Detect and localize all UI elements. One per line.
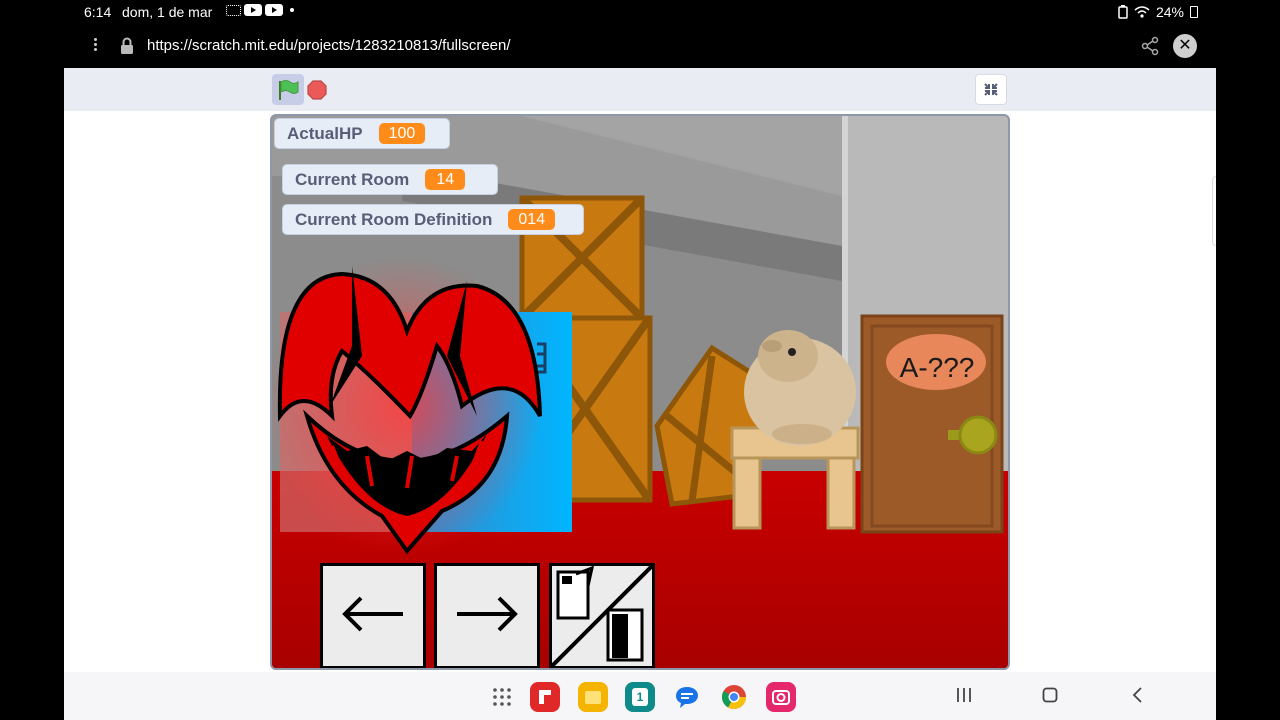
arrow-left-icon — [342, 596, 403, 632]
camera-icon[interactable] — [766, 682, 796, 712]
arrow-right-icon — [457, 596, 518, 632]
calendar-day: 1 — [632, 688, 648, 706]
wifi-icon — [1134, 6, 1150, 18]
monitor-label: Current Room — [295, 169, 410, 189]
browser-url-bar: https://scratch.mit.edu/projects/1283210… — [0, 24, 1280, 68]
side-panel-handle[interactable] — [1212, 176, 1216, 246]
monitor-value: 014 — [508, 209, 556, 230]
monitor-label: ActualHP — [287, 123, 363, 143]
scratch-player-page: ActualHP 100 Current Room 14 Current Roo… — [64, 68, 1216, 672]
monitor-value: 14 — [425, 169, 466, 190]
more-notifications-icon — [290, 8, 294, 12]
monster-sprite — [272, 256, 542, 556]
battery-percent: 24% — [1155, 4, 1184, 20]
lock-icon[interactable] — [119, 37, 135, 55]
battery-icon — [1190, 6, 1198, 18]
green-flag-icon — [279, 80, 299, 100]
monitor-current-room: Current Room 14 — [282, 164, 498, 195]
status-bar: 6:14 dom, 1 de mar 24% — [0, 0, 1280, 24]
game-stage[interactable]: ActualHP 100 Current Room 14 Current Roo… — [270, 114, 1010, 670]
url-text[interactable]: https://scratch.mit.edu/projects/1283210… — [147, 37, 511, 54]
monitor-room-definition: Current Room Definition 014 — [282, 204, 584, 235]
notification-icons — [226, 4, 294, 16]
status-date: dom, 1 de mar — [122, 4, 213, 20]
door-icon — [550, 564, 654, 668]
youtube-icon — [244, 4, 262, 16]
android-navigation-bar: 1 — [64, 672, 1216, 720]
door-label: A-??? — [899, 352, 975, 383]
close-icon[interactable]: ✕ — [1173, 34, 1197, 58]
exit-fullscreen-button[interactable] — [975, 74, 1007, 105]
green-flag-button[interactable] — [272, 74, 304, 105]
enter-door-button[interactable] — [549, 563, 655, 668]
move-left-button[interactable] — [320, 563, 426, 668]
menu-icon[interactable] — [90, 36, 100, 56]
monitor-actual-hp: ActualHP 100 — [274, 118, 450, 149]
status-time: 6:14 — [84, 4, 112, 20]
monitor-label: Current Room Definition — [295, 209, 493, 229]
status-right: 24% — [1118, 4, 1198, 20]
share-icon[interactable] — [1140, 36, 1160, 56]
player-toolbar — [64, 68, 1216, 111]
home-icon[interactable] — [1042, 686, 1058, 704]
messages-icon[interactable] — [672, 682, 702, 712]
chrome-icon[interactable] — [719, 682, 749, 712]
calendar-icon[interactable]: 1 — [625, 682, 655, 712]
back-icon[interactable] — [1130, 686, 1146, 704]
exit-fullscreen-icon — [984, 83, 998, 96]
recent-apps-icon[interactable] — [956, 686, 972, 704]
screenshot-icon — [226, 4, 241, 16]
monitor-value: 100 — [378, 123, 426, 144]
files-icon[interactable] — [578, 682, 608, 712]
flipboard-icon[interactable] — [530, 682, 560, 712]
move-right-button[interactable] — [434, 563, 540, 668]
youtube-icon — [265, 4, 283, 16]
stop-icon[interactable] — [307, 80, 327, 100]
battery-saver-icon — [1118, 5, 1128, 19]
apps-grid-icon[interactable] — [492, 687, 512, 707]
